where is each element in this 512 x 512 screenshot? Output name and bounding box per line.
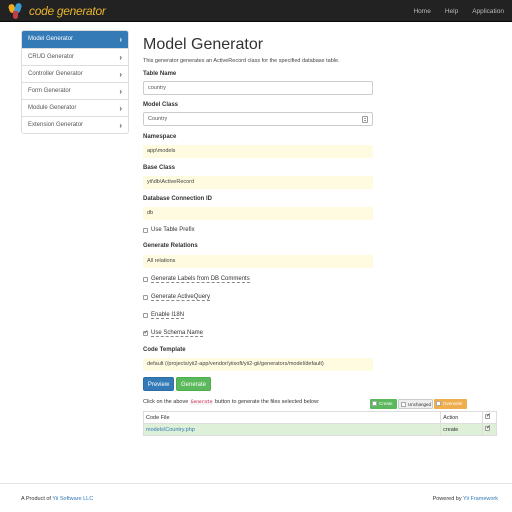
table-name-input[interactable]: country [143, 81, 373, 95]
hint-text-before: Click on the above [143, 399, 189, 405]
checkbox-icon [401, 402, 406, 407]
sidebar-item-module-generator[interactable]: Module Generator › [22, 99, 128, 116]
sidebar-item-model-generator[interactable]: Model Generator › [22, 31, 128, 48]
code-template-select[interactable]: default (/projects/yii2-app/vendor/yiiso… [143, 358, 373, 371]
footer-left-text: A Product of [21, 496, 51, 502]
generator-sidebar: Model Generator › CRUD Generator › Contr… [21, 30, 129, 134]
legend-overwrite-toggle[interactable]: Overwrite [434, 399, 467, 409]
generate-activequery-checkbox[interactable]: Generate ActiveQuery [143, 293, 211, 301]
page-title: Model Generator [143, 36, 264, 53]
namespace-label: Namespace [143, 134, 177, 140]
footer-right-text: Powered by [432, 496, 462, 502]
generate-hint-text: Click on the above Generate button to ge… [143, 399, 320, 405]
labels-from-db-checkbox[interactable]: Generate Labels from DB Comments [143, 275, 250, 283]
yii-software-link[interactable]: Yii Software LLC [52, 496, 93, 502]
top-navbar: code generator Home Help Application [0, 0, 512, 22]
labels-from-db-label: Generate Labels from DB Comments [151, 275, 250, 283]
sidebar-item-label: Module Generator [28, 105, 77, 111]
generate-relations-select[interactable]: All relations [143, 255, 373, 268]
chevron-right-icon: › [119, 121, 122, 130]
table-row: models\Country.php create [142, 423, 498, 436]
use-table-prefix-label: Use Table Prefix [151, 227, 195, 233]
model-class-value: Country [148, 116, 168, 122]
footer-divider [0, 483, 512, 484]
nav-help-link[interactable]: Help [445, 8, 458, 15]
use-table-prefix-checkbox[interactable]: Use Table Prefix [143, 226, 195, 234]
db-connection-field[interactable]: db [143, 207, 373, 220]
chevron-right-icon: › [119, 53, 122, 62]
checkbox-box[interactable] [143, 312, 148, 318]
code-file-cell[interactable]: models\Country.php [142, 423, 442, 436]
sidebar-item-label: Extension Generator [28, 122, 84, 128]
sidebar-item-label: Controller Generator [28, 71, 83, 77]
use-schema-name-label: Use Schema Name [151, 329, 204, 337]
footer-right: Powered by Yii Framework [433, 496, 498, 502]
yii-framework-link[interactable]: Yii Framework [463, 496, 498, 502]
checkbox-box-checked[interactable] [143, 329, 149, 336]
legend-create-toggle[interactable]: Create [370, 399, 397, 409]
db-connection-label: Database Connection ID [143, 196, 213, 202]
generate-relations-label: Generate Relations [143, 243, 198, 249]
code-files-table: Code File Action models\Country.php crea… [142, 411, 498, 436]
action-header: Action [440, 411, 483, 424]
nav-application-link[interactable]: Application [472, 8, 504, 15]
checkbox-box[interactable] [143, 294, 148, 300]
checkbox-box[interactable] [143, 276, 148, 282]
page-subtitle: This generator generates an ActiveRecord… [143, 58, 340, 64]
main-content-header: Model Generator This generator generates… [143, 36, 497, 64]
select-all-header[interactable] [481, 411, 498, 424]
sidebar-item-extension-generator[interactable]: Extension Generator › [22, 116, 128, 133]
nav-home-link[interactable]: Home [413, 8, 430, 15]
base-class-field[interactable]: yii\db\ActiveRecord [143, 176, 373, 189]
enable-i18n-label: Enable I18N [151, 311, 185, 319]
table-header-row: Code File Action [142, 411, 498, 424]
preview-button[interactable]: Preview [143, 377, 174, 391]
table-name-label: Table Name [143, 71, 177, 77]
code-file-link[interactable]: models\Country.php [146, 427, 195, 433]
generate-button[interactable]: Generate [176, 377, 211, 391]
autofill-icon[interactable] [362, 116, 368, 123]
enable-i18n-checkbox[interactable]: Enable I18N [143, 311, 185, 319]
base-class-label: Base Class [143, 165, 176, 171]
checkbox-icon [436, 401, 441, 406]
code-template-label: Code Template [143, 347, 186, 353]
brand-text: code generator [29, 4, 106, 18]
chevron-right-icon: › [119, 104, 122, 113]
namespace-field[interactable]: app\models [143, 145, 373, 158]
sidebar-item-controller-generator[interactable]: Controller Generator › [22, 65, 128, 82]
legend-unchanged-toggle[interactable]: Unchanged [398, 399, 433, 409]
generate-activequery-label: Generate ActiveQuery [151, 293, 211, 301]
chevron-right-icon: › [119, 35, 122, 44]
hint-text-after: button to generate the files selected be… [215, 399, 320, 405]
model-class-label: Model Class [143, 102, 179, 108]
yii-logo-icon [7, 2, 26, 19]
sidebar-item-form-generator[interactable]: Form Generator › [22, 82, 128, 99]
action-cell: create [440, 423, 483, 436]
footer-left: A Product of Yii Software LLC [21, 496, 93, 502]
sidebar-item-crud-generator[interactable]: CRUD Generator › [22, 48, 128, 65]
file-select-cell[interactable] [481, 423, 498, 436]
nav-links: Home Help Application [399, 0, 504, 22]
checkbox-icon [372, 401, 377, 406]
sidebar-item-label: CRUD Generator [28, 54, 75, 60]
code-file-header: Code File [142, 411, 442, 424]
checkbox-box[interactable] [143, 227, 148, 233]
sidebar-item-label: Model Generator [28, 36, 74, 42]
legend-overwrite-label: Overwrite [443, 401, 463, 406]
chevron-right-icon: › [119, 70, 122, 79]
use-schema-name-checkbox[interactable]: Use Schema Name [143, 329, 204, 337]
legend-create-label: Create [379, 401, 393, 406]
chevron-right-icon: › [119, 87, 122, 96]
select-all-checkbox[interactable] [485, 412, 491, 419]
hint-code: Generate [189, 400, 214, 405]
model-class-input[interactable]: Country [143, 112, 373, 126]
file-select-checkbox[interactable] [485, 424, 491, 431]
legend-unchanged-label: Unchanged [408, 402, 432, 407]
sidebar-item-label: Form Generator [28, 88, 71, 94]
brand-logo-link[interactable]: code generator [7, 2, 106, 20]
